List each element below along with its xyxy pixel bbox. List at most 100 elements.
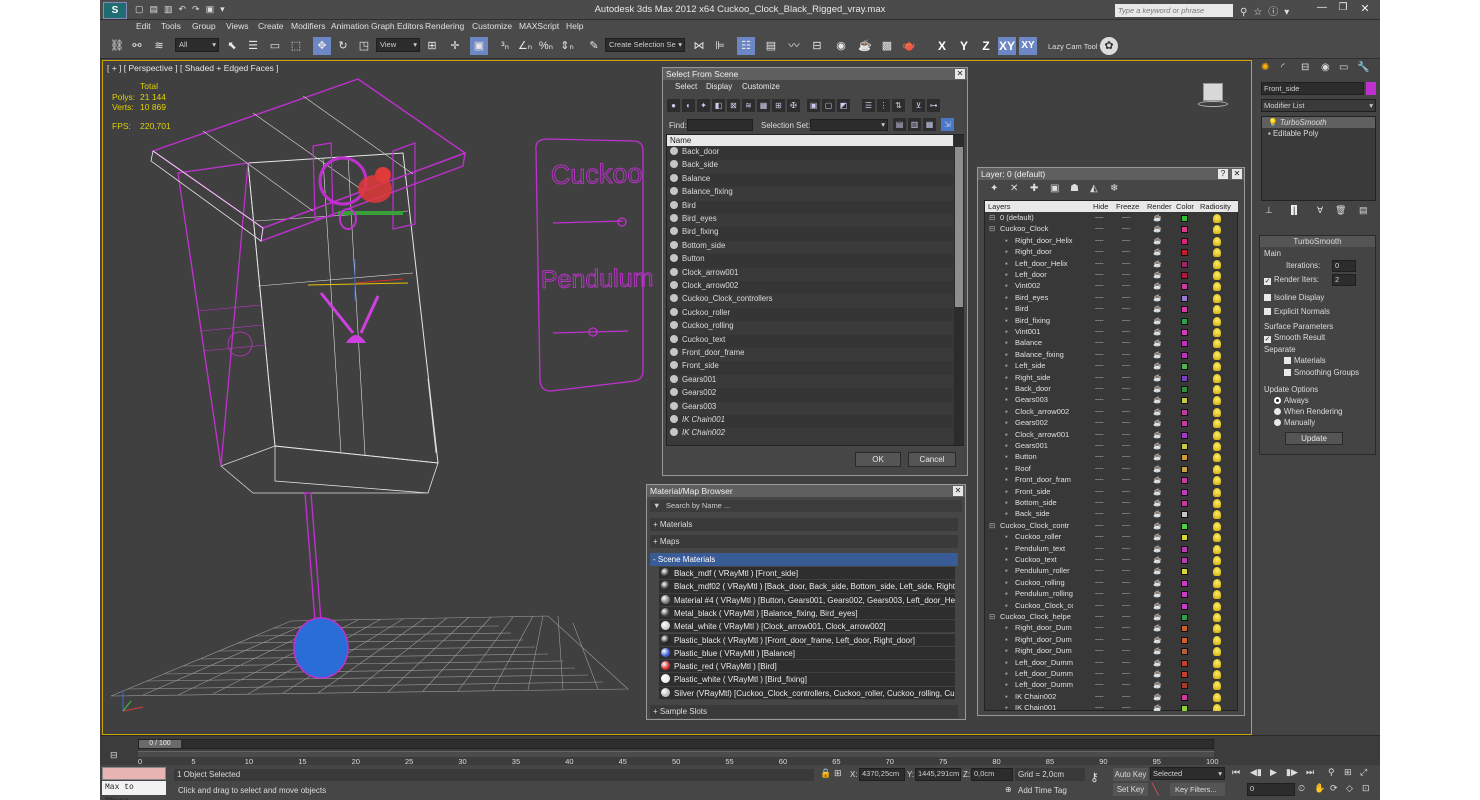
display-geometry-icon[interactable]: ● [667,99,680,112]
freeze-toggle[interactable]: ╌╌ [1122,476,1130,484]
render-toggle-icon[interactable]: ☕ [1153,556,1162,564]
render-toggle-icon[interactable]: ☕ [1153,567,1162,575]
layer-row[interactable]: ▪ Roof ╌╌ ╌╌ ☕ [985,464,1235,475]
layer-row[interactable]: ▪ Balance ╌╌ ╌╌ ☕ [985,338,1235,349]
radiosity-bulb-icon[interactable] [1213,407,1221,417]
layer-row[interactable]: ▪ IK Chain001 ╌╌ ╌╌ ☕ [985,703,1235,711]
object-list-item[interactable]: Balance_fixing [667,187,953,201]
render-toggle-icon[interactable]: ☕ [1153,647,1162,655]
layer-color-swatch[interactable] [1181,602,1188,610]
prev-frame-icon[interactable]: ◀▮ [1250,767,1262,778]
freeze-toggle[interactable]: ╌╌ [1122,305,1130,313]
freeze-toggle[interactable]: ╌╌ [1122,408,1130,416]
freeze-toggle[interactable]: ╌╌ [1122,419,1130,427]
layer-row[interactable]: ▪ Pendulum_text ╌╌ ╌╌ ☕ [985,544,1235,555]
layer-row[interactable]: ▪ Left_side ╌╌ ╌╌ ☕ [985,361,1235,372]
hide-toggle[interactable]: ╌╌ [1095,453,1103,461]
layer-color-swatch[interactable] [1181,614,1188,621]
scale-icon[interactable]: ◳ [355,37,373,55]
layer-color-swatch[interactable] [1181,511,1188,519]
reference-coordinate-dropdown[interactable]: View ▾ [376,38,420,52]
freeze-toggle[interactable]: ╌╌ [1122,545,1130,553]
x-coordinate-field[interactable]: 4370,25cm [859,768,905,781]
layer-color-swatch[interactable] [1181,340,1188,348]
motion-tab-icon[interactable]: ◉ [1321,62,1330,73]
create-tab-icon[interactable]: ✺ [1261,62,1269,73]
layer-row[interactable]: ⊟ Cuckoo_Clock_contr ╌╌ ╌╌ ☕ [985,521,1235,532]
freeze-toggle[interactable]: ╌╌ [1122,237,1130,245]
goto-start-icon[interactable]: ⏮ [1232,767,1240,778]
radiosity-bulb-icon[interactable] [1213,624,1221,634]
display-xrefs-icon[interactable]: ⊞ [772,99,785,112]
layer-row[interactable]: ▪ Pendulum_roller ╌╌ ╌╌ ☕ [985,566,1235,577]
freeze-toggle[interactable]: ╌╌ [1122,260,1130,268]
y-coordinate-field[interactable]: 1445,291cm [915,768,961,781]
display-lights-icon[interactable]: ✦ [697,99,710,112]
freeze-toggle[interactable]: ╌╌ [1122,271,1130,279]
object-list-item[interactable]: Bird [667,200,953,214]
layer-color-swatch[interactable] [1181,579,1188,587]
link-icon[interactable]: ⛓ [108,37,126,55]
viewcube-icon[interactable] [1198,83,1228,109]
display-cameras-icon[interactable]: ◧ [712,99,725,112]
axis-x-button[interactable]: X [933,37,951,55]
layer-color-swatch[interactable] [1181,431,1188,439]
radiosity-bulb-icon[interactable] [1213,236,1221,246]
object-list-item[interactable]: Front_side [667,361,953,375]
layer-row[interactable]: ▪ Bottom_side ╌╌ ╌╌ ☕ [985,498,1235,509]
maximize-viewport-icon[interactable]: ⤢ [1360,767,1367,778]
modifier-stack[interactable]: 💡 TurboSmooth ▪ Editable Poly [1261,116,1376,201]
orbit-icon[interactable]: ⟳ [1330,783,1338,794]
rotate-icon[interactable]: ↻ [334,37,352,55]
render-toggle-icon[interactable]: ☕ [1153,248,1162,256]
hide-toggle[interactable]: ╌╌ [1095,282,1103,290]
object-list-item[interactable]: Balance [667,173,953,188]
hide-toggle[interactable]: ╌╌ [1095,510,1103,518]
layer-color-swatch[interactable] [1181,374,1188,382]
layer-color-swatch[interactable] [1181,648,1188,656]
render-toggle-icon[interactable]: ☕ [1153,590,1162,598]
radiosity-bulb-icon[interactable] [1213,567,1221,577]
set-icon-1[interactable]: ▤ [893,118,906,131]
radiosity-bulb-icon[interactable] [1213,487,1221,497]
freeze-toggle[interactable]: ╌╌ [1122,590,1130,598]
radiosity-bulb-icon[interactable] [1213,362,1221,372]
layer-expand-icon[interactable]: ⊟ [989,224,995,233]
radiosity-bulb-icon[interactable] [1213,430,1221,440]
isoline-checkbox[interactable] [1264,294,1271,301]
hide-toggle[interactable]: ╌╌ [1095,328,1103,336]
keyboard-shortcut-icon[interactable]: ▣ [470,37,488,55]
scene-material-item[interactable]: Plastic_blue ( VRayMtl ) [Balance] [659,646,955,661]
object-list-item[interactable]: IK Chain001 [667,415,953,429]
col-freeze[interactable]: Freeze [1116,201,1139,212]
radiosity-bulb-icon[interactable] [1213,328,1221,337]
render-toggle-icon[interactable]: ☕ [1153,613,1162,621]
object-list-item[interactable]: Bird_eyes [667,214,953,228]
radiosity-bulb-icon[interactable] [1213,578,1221,588]
layer-color-swatch[interactable] [1181,705,1188,711]
layer-color-swatch[interactable] [1181,682,1188,690]
render-iters-spinner[interactable]: 2 [1332,274,1356,286]
render-toggle-icon[interactable]: ☕ [1153,499,1162,507]
hide-toggle[interactable]: ╌╌ [1095,647,1103,655]
radiosity-bulb-icon[interactable] [1213,613,1221,622]
lazy-cam-icon[interactable]: ✿ [1100,37,1118,55]
hide-toggle[interactable]: ╌╌ [1095,237,1103,245]
select-menu-select[interactable]: Select [675,82,697,91]
layer-row[interactable]: ▪ Bird_eyes ╌╌ ╌╌ ☕ [985,293,1235,304]
iterations-spinner[interactable]: 0 [1332,260,1356,272]
set-icon-4[interactable]: ⇲ [941,118,954,131]
section-maps[interactable]: + Maps [650,535,958,548]
layer-color-swatch[interactable] [1181,636,1188,644]
render-toggle-icon[interactable]: ☕ [1153,214,1162,222]
layer-row[interactable]: ▪ Clock_arrow001 ╌╌ ╌╌ ☕ [985,430,1235,441]
layer-expand-icon[interactable]: ⊟ [989,612,995,621]
select-in-layer-icon[interactable]: ▣ [1050,183,1059,194]
scene-material-item[interactable]: Plastic_black ( VRayMtl ) [Front_door_fr… [659,633,955,647]
layer-color-swatch[interactable] [1181,272,1188,279]
layer-color-swatch[interactable] [1181,693,1188,701]
scene-material-item[interactable]: Silver (VRayMtl) [Cuckoo_Clock_controlle… [659,686,955,700]
move-icon[interactable]: ✥ [313,37,331,55]
layer-color-swatch[interactable] [1181,397,1188,405]
freeze-toggle[interactable]: ╌╌ [1122,499,1130,507]
